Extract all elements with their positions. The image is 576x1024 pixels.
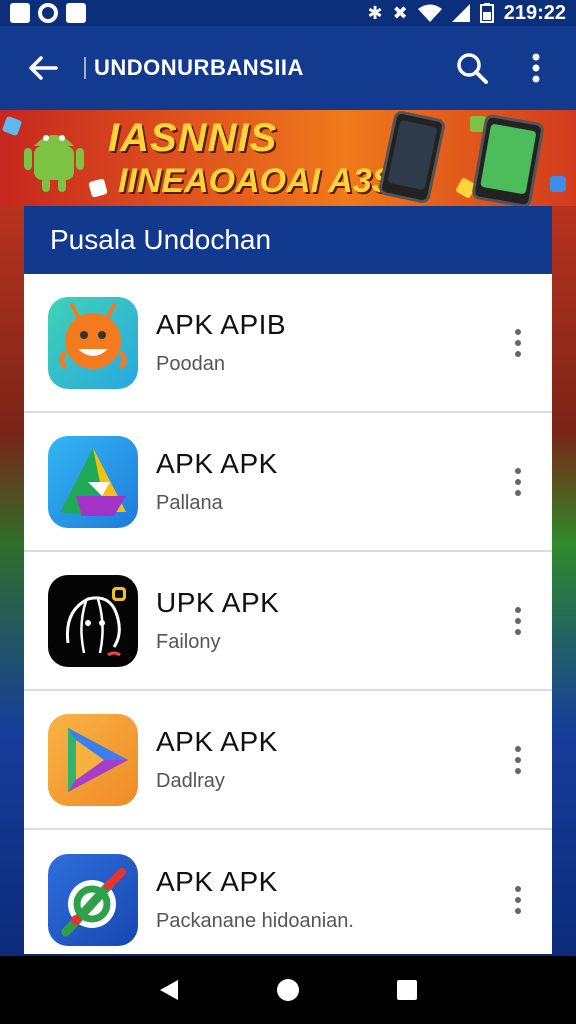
item-menu-button[interactable] [506,462,530,502]
phone-illustration [377,110,447,205]
item-menu-button[interactable] [506,601,530,641]
nav-home-button[interactable] [264,966,312,1014]
clock: 219:22 [503,1,566,24]
arrow-left-icon [29,56,58,80]
home-circle-icon [276,979,299,1001]
system-nav-bar [0,956,576,1024]
nav-recents-button[interactable] [383,966,431,1014]
wrench-globe-icon [48,853,138,946]
app-name: APK APIB [156,309,287,340]
confetti-shape [550,176,566,192]
app-bar: UNDONURBANSIIA [0,26,576,110]
orange-bot-icon [48,296,138,389]
list-item[interactable]: APK APK Packanane hidoanian. [24,830,552,954]
app-subtitle: Poodan [156,353,225,375]
app-list: APK APIB Poodan APK APK Pallana UPK APK … [24,274,552,954]
promo-banner[interactable]: IASNNIS IINEAOAOAI A3S [0,110,576,206]
list-item[interactable]: APK APIB Poodan [24,274,552,413]
android-bot-icon [24,135,84,192]
play-logo-icon [48,713,138,806]
triangle-logo-icon [48,435,138,528]
vibrate-icon: ✖ [392,2,408,23]
app-list-card: Pusala Undochan APK APIB Poodan APK APK … [24,206,552,954]
bluetooth-icon: ✱ [367,2,383,23]
search-icon [457,53,488,84]
recents-square-icon [396,980,417,1000]
battery-icon [479,3,494,23]
overflow-menu-button[interactable] [514,46,558,90]
app-name: APK APK [156,448,278,479]
app-name: APK APK [156,726,278,757]
message-icon [66,3,86,23]
status-bar: ✱ ✖ 219:22 [0,0,576,26]
app-name: APK APK [156,866,278,897]
notification-icon [10,3,30,23]
banner-headline: IASNNIS [108,116,278,160]
background-left [0,206,24,956]
more-vertical-icon [532,53,540,83]
list-item[interactable]: APK APK Pallana [24,413,552,552]
background-right [552,206,576,956]
list-item[interactable]: UPK APK Failony [24,552,552,691]
item-menu-button[interactable] [506,323,530,363]
wifi-icon [417,4,442,22]
app-name: UPK APK [156,587,280,618]
app-subtitle: Packanane hidoanian. [156,910,354,932]
back-button[interactable] [18,43,68,93]
page-title: UNDONURBANSIIA [94,55,304,80]
confetti-shape [88,178,108,198]
confetti-shape [1,115,23,137]
app-subtitle: Failony [156,631,221,653]
title-divider [84,57,86,79]
signal-icon [451,4,470,22]
app-subtitle: Pallana [156,492,223,514]
search-button[interactable] [450,46,494,90]
item-menu-button[interactable] [506,880,530,920]
section-header: Pusala Undochan [24,206,552,274]
app-subtitle: Dadlray [156,770,225,792]
back-triangle-icon [160,980,179,1000]
sketch-bot-icon [48,574,138,667]
nav-back-button[interactable] [145,966,193,1014]
sync-icon [38,3,58,23]
banner-subheadline: IINEAOAOAI A3S [118,162,395,200]
list-item[interactable]: APK APK Dadlray [24,691,552,830]
item-menu-button[interactable] [506,740,530,780]
